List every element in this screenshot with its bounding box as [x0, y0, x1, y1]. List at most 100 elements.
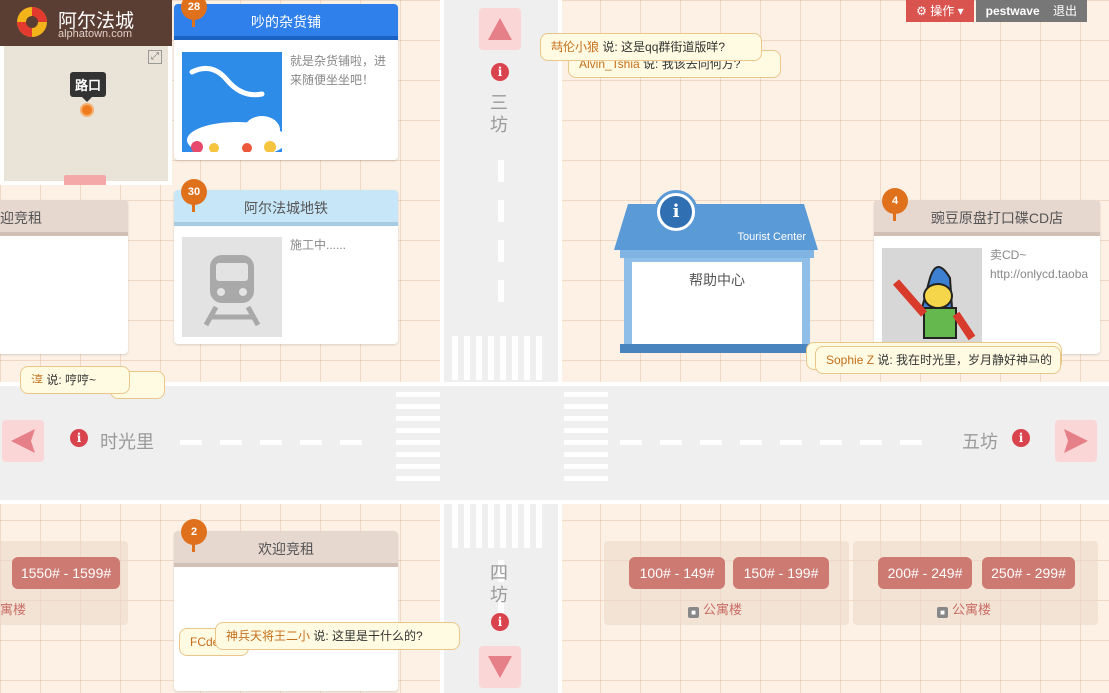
room-range-button[interactable]: 200# - 249#: [878, 557, 972, 589]
go-north-button[interactable]: [479, 8, 521, 50]
chat-text: 说: 我在时光里，岁月静好神马的: [877, 353, 1053, 367]
operate-menu-button[interactable]: ⚙ 操作 ▾: [906, 0, 974, 22]
chat-bubble: Sophie Z 说: 我在时光里，岁月静好神马的: [815, 346, 1061, 374]
go-south-button[interactable]: [479, 646, 521, 688]
site-logo[interactable]: 阿尔法城 alphatown.com: [0, 0, 172, 46]
shop-description: 卖CD~: [990, 248, 1027, 262]
lock-icon: ■: [937, 607, 948, 618]
info-icon[interactable]: i: [491, 63, 509, 81]
room-range-button[interactable]: 1550# - 1599#: [12, 557, 120, 589]
room-range-button[interactable]: 100# - 149#: [629, 557, 725, 589]
arrow-up-icon: [488, 18, 512, 40]
apartment-label: ■ 公寓楼: [937, 599, 991, 618]
minimap-tooltip: 路口: [70, 72, 107, 102]
train-icon: [182, 237, 282, 337]
shop-thumbnail: [882, 248, 982, 348]
chat-user[interactable]: Sophie Z: [826, 353, 874, 367]
shop-title: 欢迎竞租: [174, 531, 398, 567]
top-bar: ⚙ 操作 ▾ pestwave 退出: [906, 0, 1087, 22]
shop-title: 阿尔法城地铁: [174, 190, 398, 226]
info-badge: i: [654, 190, 698, 234]
lane-dash: [260, 440, 282, 445]
logo-subtitle: alphatown.com: [58, 28, 132, 40]
lane-dash: [300, 440, 322, 445]
lane-dash: [180, 440, 202, 445]
lane-dash: [820, 440, 842, 445]
lane-dash: [620, 440, 642, 445]
apartment-label: 寓楼: [0, 602, 27, 617]
apartment-label: ■ 公寓楼: [688, 599, 742, 618]
lane-dash: [498, 200, 504, 222]
chat-user[interactable]: 神兵天将王二小: [226, 629, 310, 643]
chat-text: 说: 这里是干什么的?: [313, 629, 423, 643]
arrow-down-icon: [488, 656, 512, 678]
go-west-button[interactable]: [2, 420, 44, 462]
visitor-count-pin: 30: [181, 179, 207, 212]
shop-thumbnail: [182, 52, 282, 152]
shop-card-grocery[interactable]: 吵的杂货铺 就是杂货铺啦，进来随便坐坐吧！: [174, 4, 398, 160]
shop-title: 吵的杂货铺: [174, 4, 398, 40]
visitor-count-pin: 4: [882, 188, 908, 221]
info-icon[interactable]: i: [491, 613, 509, 631]
chat-text: 说: 哼哼~: [46, 373, 97, 387]
alphatown-logo-icon: [17, 7, 47, 37]
shop-title: 豌豆原盘打口碟CD店: [874, 200, 1100, 236]
chat-bubble: 喆伦小狼 说: 这是qq群街道版咩?: [540, 33, 762, 61]
street-label-north: 三坊: [490, 93, 508, 135]
username[interactable]: pestwave: [986, 4, 1040, 18]
help-center-building[interactable]: i Tourist Center 帮助中心: [614, 190, 820, 357]
street-label-south: 四坊: [490, 563, 508, 605]
apartment-block[interactable]: 1550# - 1599# 寓楼: [0, 541, 128, 625]
help-center-label: 帮助中心: [689, 272, 745, 288]
visitor-count-pin: 2: [181, 519, 207, 552]
info-icon: i: [660, 196, 692, 228]
shop-card-metro[interactable]: 阿尔法城地铁 施工中......: [174, 190, 398, 344]
room-range-button[interactable]: 150# - 199#: [733, 557, 829, 589]
lane-dash: [498, 160, 504, 182]
lock-icon: ■: [688, 607, 699, 618]
apartment-block[interactable]: 100# - 149# 150# - 199# ■ 公寓楼: [604, 541, 849, 625]
lane-dash: [860, 440, 882, 445]
chat-user[interactable]: 淳: [31, 373, 43, 387]
chat-text: 说: 这是qq群街道版咩?: [602, 40, 726, 54]
minimap[interactable]: ⤢ 路口: [0, 46, 172, 185]
gear-icon: ⚙: [916, 4, 927, 18]
lane-dash: [660, 440, 682, 445]
lane-dash: [498, 280, 504, 302]
lane-dash: [900, 440, 922, 445]
lane-dash: [340, 440, 362, 445]
arrow-left-icon: [11, 429, 35, 453]
caret-down-icon: ▾: [957, 4, 964, 18]
apartment-block[interactable]: 200# - 249# 250# - 299# ■ 公寓楼: [853, 541, 1098, 625]
user-box: pestwave 退出: [975, 0, 1087, 22]
lane-dash: [498, 240, 504, 262]
chat-bubble: 淳 说: 哼哼~: [20, 366, 130, 394]
current-location-marker: [80, 103, 94, 117]
operate-label: 操作: [930, 4, 955, 18]
expand-icon[interactable]: ⤢: [148, 50, 162, 64]
tourist-center-sign: Tourist Center: [737, 231, 806, 243]
lane-dash: [740, 440, 762, 445]
shop-card-rent[interactable]: 欢迎竞租: [174, 531, 398, 691]
lane-dash: [780, 440, 802, 445]
go-east-button[interactable]: [1055, 420, 1097, 462]
chat-user[interactable]: 喆伦小狼: [551, 40, 599, 54]
info-icon[interactable]: i: [1012, 429, 1030, 447]
arrow-right-icon: [1064, 429, 1088, 453]
room-range-button[interactable]: 250# - 299#: [982, 557, 1075, 589]
shop-description: 施工中......: [290, 238, 347, 252]
east-west-road: [0, 382, 1109, 504]
street-label-east: 五坊: [962, 432, 998, 452]
street-label-west: 时光里: [100, 432, 154, 452]
chat-bubble: 神兵天将王二小 说: 这里是干什么的?: [215, 622, 460, 650]
lane-dash: [700, 440, 722, 445]
shop-card-cd[interactable]: 豌豆原盘打口碟CD店 卖CD~ http://onlycd.taoba: [874, 200, 1100, 354]
shop-title: 迎竞租: [0, 200, 128, 236]
lane-dash: [220, 440, 242, 445]
shop-card-rent-left[interactable]: 迎竞租: [0, 200, 128, 354]
logout-link[interactable]: 退出: [1053, 4, 1077, 18]
shop-url: http://onlycd.taoba: [990, 267, 1089, 281]
shop-description: 就是杂货铺啦，进来随便坐坐吧！: [290, 54, 387, 87]
minimap-collapse-button[interactable]: [64, 175, 106, 185]
info-icon[interactable]: i: [70, 429, 88, 447]
